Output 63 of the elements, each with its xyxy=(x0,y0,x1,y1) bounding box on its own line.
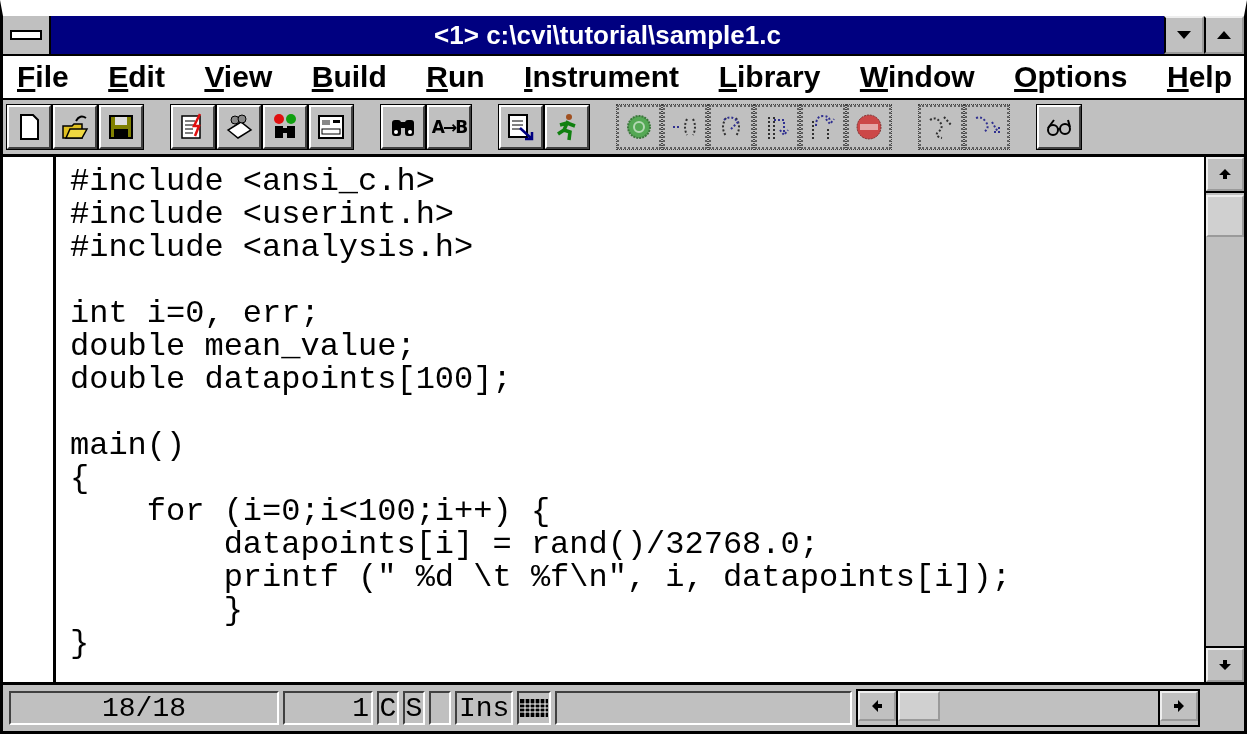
insert-mode: Ins xyxy=(455,691,514,725)
up-arrow-icon xyxy=(1218,167,1232,181)
code-line: printf (" %d \t %f\n", i, datapoints[i]); xyxy=(222,561,1011,594)
toolbar-run-button[interactable] xyxy=(545,105,589,149)
toolbar-save-button[interactable] xyxy=(99,105,143,149)
tray-icon xyxy=(224,112,254,142)
toolbar-open-button[interactable] xyxy=(53,105,97,149)
toolbar-tree-button[interactable] xyxy=(217,105,261,149)
menu-item[interactable]: Run xyxy=(426,60,485,94)
document-arrow-icon xyxy=(506,112,536,142)
maximize-button[interactable] xyxy=(1204,16,1244,54)
menu-item[interactable]: Library xyxy=(718,60,821,94)
target-icon xyxy=(624,112,654,142)
scroll-down-button[interactable] xyxy=(1206,648,1244,682)
stop-sign-icon xyxy=(854,112,884,142)
code-line: } xyxy=(70,627,90,660)
toolbar-glasses-button[interactable] xyxy=(1037,105,1081,149)
left-arrow-icon xyxy=(870,699,884,713)
toolbar-list-button[interactable] xyxy=(499,105,543,149)
column-number: 1 xyxy=(283,691,373,725)
menu-item[interactable]: View xyxy=(204,60,273,94)
menu-item[interactable]: Options xyxy=(1014,60,1128,94)
toolbar-find-button[interactable] xyxy=(381,105,425,149)
right-arrow-icon xyxy=(1172,699,1186,713)
window-title: <1> c:\cvi\tutorial\sample1.c xyxy=(433,19,782,52)
code-line: double mean_value; xyxy=(70,330,416,363)
menu-item[interactable]: Help xyxy=(1166,60,1232,94)
code-line: int i=0, err; xyxy=(70,297,320,330)
code-line: datapoints[i] = rand()/32768.0; xyxy=(222,528,819,561)
code-line: #include <analysis.h> xyxy=(70,231,474,264)
code-line: main() xyxy=(70,429,186,462)
code-line: { xyxy=(70,462,90,495)
horizontal-scrollbar[interactable] xyxy=(856,689,1200,727)
toolbar-watch-button[interactable] xyxy=(263,105,307,149)
system-menu-button[interactable] xyxy=(3,16,51,54)
status-flag: C xyxy=(377,691,399,725)
panel-icon xyxy=(316,112,346,142)
code-line: #include <ansi_c.h> xyxy=(70,165,435,198)
toolbar-edit-button[interactable] xyxy=(171,105,215,149)
menu-item[interactable]: Instrument xyxy=(524,60,680,94)
status-panel xyxy=(429,691,451,725)
menu-item[interactable]: Edit xyxy=(108,60,165,94)
down-arrow-icon xyxy=(1218,658,1232,672)
scroll-thumb[interactable] xyxy=(1206,195,1244,237)
menu-item[interactable]: Build xyxy=(311,60,387,94)
toolbar-panel-button[interactable] xyxy=(309,105,353,149)
scroll-left-button[interactable] xyxy=(858,691,896,721)
line-count: 18/18 xyxy=(9,691,279,725)
menu-item[interactable]: File xyxy=(17,60,69,94)
code-line: } xyxy=(222,594,243,627)
scroll-thumb[interactable] xyxy=(898,691,940,721)
vertical-scrollbar[interactable] xyxy=(1204,157,1244,682)
status-flag: S xyxy=(403,691,425,725)
code-line: double datapoints[100]; xyxy=(70,363,512,396)
scroll-up-button[interactable] xyxy=(1206,157,1244,191)
code-line: #include <userint.h> xyxy=(70,198,455,231)
toolbar-new-button[interactable] xyxy=(7,105,51,149)
toolbar-replace-button[interactable]: A→B xyxy=(427,105,471,149)
minimize-button[interactable] xyxy=(1164,16,1204,54)
keyboard-icon xyxy=(519,697,550,719)
menu-item[interactable]: Window xyxy=(859,60,975,94)
code-line: for (i=0;i<100;i++) { xyxy=(145,495,551,528)
scroll-right-button[interactable] xyxy=(1160,691,1198,721)
